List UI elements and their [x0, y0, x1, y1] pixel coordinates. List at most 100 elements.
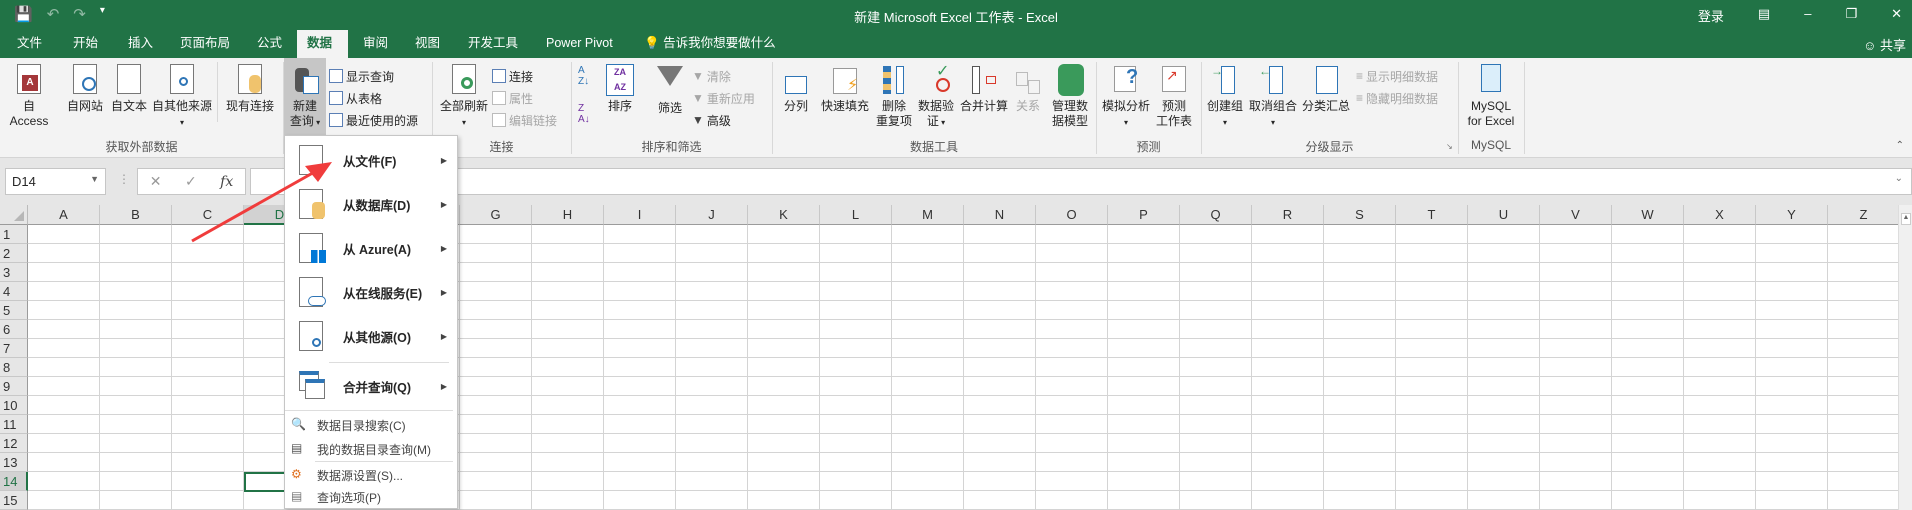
column-header-A[interactable]: A — [28, 205, 100, 225]
row-header-4[interactable]: 4 — [0, 282, 28, 301]
menu-item-my-data-catalog-queries[interactable]: ▤ 我的数据目录查询(M) — [285, 438, 457, 460]
vertical-scrollbar[interactable]: ▲ — [1898, 205, 1912, 510]
tab-insert[interactable]: 插入 — [118, 30, 163, 58]
column-header-T[interactable]: T — [1396, 205, 1468, 225]
row-header-9[interactable]: 9 — [0, 377, 28, 396]
advanced-filter-button[interactable]: ▼ 高级 — [692, 110, 731, 130]
show-detail-button[interactable]: ≡ 显示明细数据 — [1356, 66, 1438, 86]
column-header-R[interactable]: R — [1252, 205, 1324, 225]
tab-data[interactable]: 数据 — [297, 30, 348, 58]
column-header-H[interactable]: H — [532, 205, 604, 225]
from-access-button[interactable]: A 自 Access — [4, 64, 54, 129]
properties-button[interactable]: 属性 — [492, 88, 533, 108]
column-header-K[interactable]: K — [748, 205, 820, 225]
menu-item-combine-queries[interactable]: 合并查询(Q) ▶ — [285, 364, 457, 408]
tab-developer[interactable]: 开发工具 — [458, 30, 528, 58]
filter-button[interactable]: 筛选 — [650, 64, 690, 116]
remove-duplicates-button[interactable]: 删除 重复项 — [874, 64, 914, 129]
hide-detail-button[interactable]: ≡ 隐藏明细数据 — [1356, 88, 1438, 108]
row-header-7[interactable]: 7 — [0, 339, 28, 358]
tab-home[interactable]: 开始 — [63, 30, 108, 58]
row-header-14[interactable]: 14 — [0, 472, 28, 491]
data-validation-button[interactable]: ✓ 数据验证 ▾ — [914, 64, 958, 130]
menu-item-query-options[interactable]: ▤ 查询选项(P) — [285, 486, 457, 508]
refresh-all-button[interactable]: 全部刷新 ▾ — [436, 64, 492, 130]
column-header-Y[interactable]: Y — [1756, 205, 1828, 225]
recent-sources-button[interactable]: 最近使用的源 — [329, 110, 418, 130]
dialog-launcher-icon[interactable]: ↘ — [1446, 142, 1453, 151]
menu-item-from-azure[interactable]: 从 Azure(A) ▶ — [285, 226, 457, 270]
close-icon[interactable]: ✕ — [1891, 6, 1902, 25]
group-button[interactable]: → 创建组 ▾ — [1204, 64, 1246, 130]
column-header-N[interactable]: N — [964, 205, 1036, 225]
row-header-13[interactable]: 13 — [0, 453, 28, 472]
minimize-icon[interactable]: – — [1804, 6, 1811, 25]
expand-formula-icon[interactable]: ⌄ — [1895, 173, 1903, 184]
forecast-sheet-button[interactable]: ↗ 预测 工作表 — [1152, 64, 1196, 129]
from-web-button[interactable]: 自网站 — [64, 64, 106, 114]
collapse-ribbon-icon[interactable]: ⌃ — [1896, 140, 1904, 151]
column-header-J[interactable]: J — [676, 205, 748, 225]
clear-filter-button[interactable]: ▼ 清除 — [692, 66, 731, 86]
column-header-M[interactable]: M — [892, 205, 964, 225]
ungroup-button[interactable]: ← 取消组合 ▾ — [1246, 64, 1300, 130]
show-queries-button[interactable]: 显示查询 — [329, 66, 394, 86]
scroll-up-icon[interactable]: ▲ — [1901, 213, 1911, 225]
column-header-L[interactable]: L — [820, 205, 892, 225]
column-header-P[interactable]: P — [1108, 205, 1180, 225]
new-query-button[interactable]: 新建 查询 ▾ — [284, 58, 326, 136]
tab-view[interactable]: 视图 — [405, 30, 450, 58]
menu-item-from-other-sources[interactable]: 从其他源(O) ▶ — [285, 314, 457, 358]
select-all-button[interactable] — [0, 205, 28, 225]
name-box[interactable]: D14 ▼ — [5, 168, 106, 195]
row-header-8[interactable]: 8 — [0, 358, 28, 377]
sort-az-button[interactable]: A Z↓ — [578, 65, 589, 87]
row-header-1[interactable]: 1 — [0, 225, 28, 244]
menu-item-data-source-settings[interactable]: ⚙ 数据源设置(S)... — [285, 464, 457, 486]
connections-button[interactable]: 连接 — [492, 66, 533, 86]
sort-za-button[interactable]: Z A↓ — [578, 103, 590, 125]
tab-formulas[interactable]: 公式 — [247, 30, 292, 58]
cancel-icon[interactable]: ✕ — [150, 173, 162, 190]
column-header-G[interactable]: G — [460, 205, 532, 225]
text-to-columns-button[interactable]: 分列 — [776, 64, 816, 114]
row-header-2[interactable]: 2 — [0, 244, 28, 263]
subtotal-button[interactable]: 分类汇总 — [1300, 64, 1352, 114]
flash-fill-button[interactable]: ⚡ 快速填充 — [818, 64, 872, 114]
sign-in-link[interactable]: 登录 — [1698, 6, 1724, 25]
ribbon-display-icon[interactable]: ▤ — [1758, 6, 1770, 25]
share-button[interactable]: ☺ 共享 — [1863, 35, 1906, 54]
existing-connections-button[interactable]: 现有连接 — [222, 64, 278, 114]
insert-function-icon[interactable]: fx — [220, 174, 233, 190]
column-header-W[interactable]: W — [1612, 205, 1684, 225]
mysql-for-excel-button[interactable]: MySQL for Excel — [1460, 64, 1522, 129]
row-header-12[interactable]: 12 — [0, 434, 28, 453]
row-header-10[interactable]: 10 — [0, 396, 28, 415]
what-if-analysis-button[interactable]: ? 模拟分析 ▾ — [1100, 64, 1152, 130]
column-header-B[interactable]: B — [100, 205, 172, 225]
row-header-11[interactable]: 11 — [0, 415, 28, 434]
column-header-U[interactable]: U — [1468, 205, 1540, 225]
from-other-sources-button[interactable]: 自其他来源 ▾ — [150, 64, 214, 130]
row-header-5[interactable]: 5 — [0, 301, 28, 320]
drag-handle-icon[interactable]: ⋮ — [118, 172, 130, 186]
column-header-Q[interactable]: Q — [1180, 205, 1252, 225]
consolidate-button[interactable]: 合并计算 — [958, 64, 1010, 114]
column-header-V[interactable]: V — [1540, 205, 1612, 225]
sort-button[interactable]: ZA AZ 排序 — [600, 64, 640, 114]
tab-page-layout[interactable]: 页面布局 — [170, 30, 240, 58]
tab-review[interactable]: 审阅 — [353, 30, 398, 58]
tab-file[interactable]: 文件 — [7, 30, 52, 58]
relationships-button[interactable]: 关系 — [1010, 64, 1046, 114]
chevron-down-icon[interactable]: ▼ — [90, 174, 99, 184]
column-header-S[interactable]: S — [1324, 205, 1396, 225]
menu-item-from-file[interactable]: 从文件(F) ▶ — [285, 138, 457, 182]
row-header-3[interactable]: 3 — [0, 263, 28, 282]
column-header-C[interactable]: C — [172, 205, 244, 225]
menu-item-data-catalog-search[interactable]: 🔍 数据目录搜索(C) — [285, 414, 457, 436]
manage-data-model-button[interactable]: 管理数 据模型 — [1048, 64, 1092, 129]
tell-me-search[interactable]: 💡 告诉我你想要做什么 — [634, 30, 786, 58]
tab-power-pivot[interactable]: Power Pivot — [536, 30, 623, 58]
row-header-6[interactable]: 6 — [0, 320, 28, 339]
column-header-Z[interactable]: Z — [1828, 205, 1900, 225]
